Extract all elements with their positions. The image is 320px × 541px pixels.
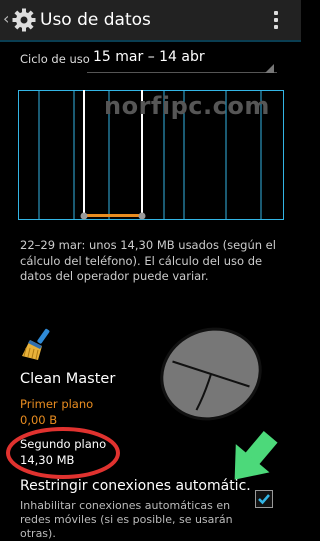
range-end-handle: [138, 212, 146, 220]
watermark: norfipc.com: [104, 92, 270, 120]
cycle-dropdown-underline: [87, 72, 277, 73]
dropdown-arrow-icon[interactable]: [265, 64, 274, 73]
mouse-icon: [160, 327, 262, 421]
app-name: Clean Master: [20, 371, 116, 387]
restrict-setting-description: Inhabilitar conexiones automáticas en re…: [20, 499, 233, 540]
highlight-circle: [6, 427, 120, 479]
cycle-dropdown[interactable]: 15 mar – 14 abr: [93, 49, 205, 65]
usage-bar: [84, 214, 142, 217]
checkmark-icon: [258, 494, 270, 505]
page-title: Uso de datos: [40, 10, 151, 30]
range-start-handle: [80, 212, 88, 220]
foreground-label: Primer plano: [20, 397, 94, 411]
restrict-setting-title[interactable]: Restringir conexiones automátic.: [20, 478, 251, 494]
pointer-arrow-icon: [234, 430, 278, 480]
restrict-checkbox[interactable]: [255, 490, 273, 508]
overflow-menu-icon[interactable]: [265, 8, 287, 32]
cycle-label: Ciclo de uso: [20, 52, 90, 66]
up-chevron-icon[interactable]: ‹: [3, 9, 9, 29]
usage-description: 22–29 mar: unos 14,30 MB usados (según e…: [20, 238, 276, 283]
gear-icon[interactable]: [11, 7, 37, 33]
broom-icon: [22, 328, 50, 360]
